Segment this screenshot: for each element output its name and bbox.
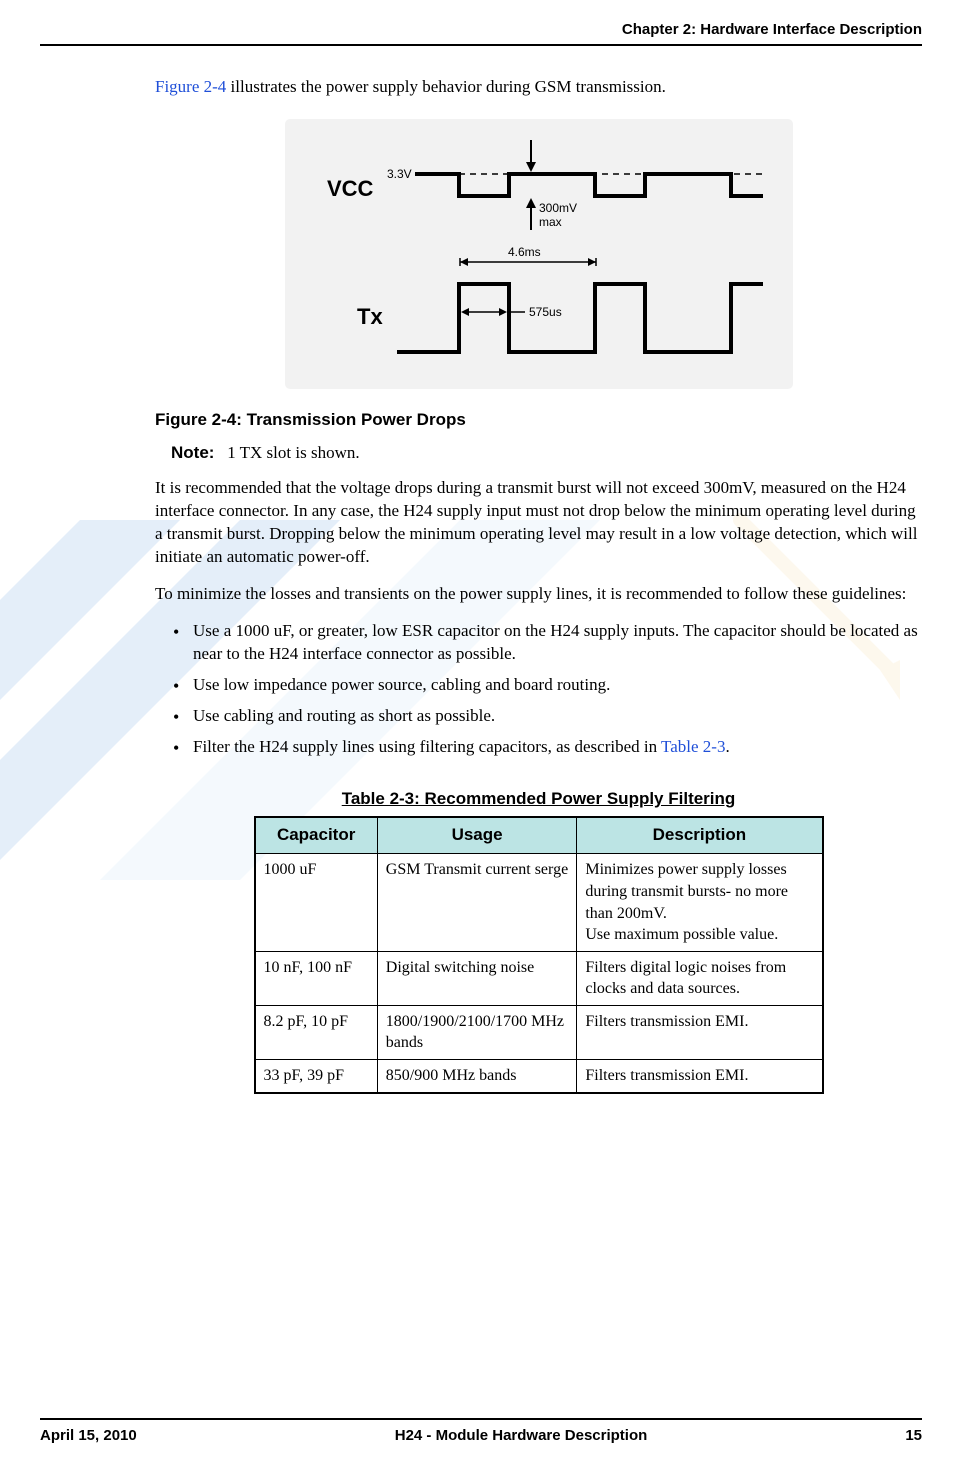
vcc-label: VCC	[327, 176, 374, 201]
guidelines-list: Use a 1000 uF, or greater, low ESR capac…	[155, 620, 922, 759]
th-capacitor: Capacitor	[255, 817, 378, 853]
table-row: 8.2 pF, 10 pF 1800/1900/2100/1700 MHz ba…	[255, 1005, 823, 1059]
list-item: Use a 1000 uF, or greater, low ESR capac…	[155, 620, 922, 666]
figure-caption: Figure 2-4: Transmission Power Drops	[155, 409, 922, 432]
cell-capacitor: 10 nF, 100 nF	[255, 951, 378, 1005]
cell-usage: 1800/1900/2100/1700 MHz bands	[377, 1005, 577, 1059]
note-text: 1 TX slot is shown.	[227, 443, 359, 462]
table-row: 10 nF, 100 nF Digital switching noise Fi…	[255, 951, 823, 1005]
bullet4-pre: Filter the H24 supply lines using filter…	[193, 737, 661, 756]
period-label: 4.6ms	[508, 245, 541, 259]
cell-capacitor: 33 pF, 39 pF	[255, 1060, 378, 1093]
chapter-title: Chapter 2: Hardware Interface Descriptio…	[622, 21, 922, 38]
cell-description: Minimizes power supply losses during tra…	[577, 854, 823, 951]
list-item: Filter the H24 supply lines using filter…	[155, 736, 922, 759]
note-label: Note:	[171, 443, 214, 462]
cell-description: Filters transmission EMI.	[577, 1060, 823, 1093]
drop-label: 300mV	[539, 201, 577, 215]
filter-table: Capacitor Usage Description 1000 uF GSM …	[254, 816, 824, 1093]
drop2-label: max	[539, 215, 562, 229]
tx-label: Tx	[357, 304, 383, 329]
table-row: 33 pF, 39 pF 850/900 MHz bands Filters t…	[255, 1060, 823, 1093]
cell-usage: GSM Transmit current serge	[377, 854, 577, 951]
cell-capacitor: 1000 uF	[255, 854, 378, 951]
pulse-label: 575us	[529, 305, 562, 319]
intro-rest: illustrates the power supply behavior du…	[226, 77, 666, 96]
guidelines-intro: To minimize the losses and transients on…	[155, 583, 922, 606]
list-item: Use low impedance power source, cabling …	[155, 674, 922, 697]
intro-paragraph: Figure 2-4 illustrates the power supply …	[155, 76, 922, 99]
header-divider	[40, 44, 922, 46]
footer-page-number: 15	[905, 1426, 922, 1446]
cell-description: Filters transmission EMI.	[577, 1005, 823, 1059]
footer-title: H24 - Module Hardware Description	[137, 1426, 906, 1446]
cell-usage: 850/900 MHz bands	[377, 1060, 577, 1093]
table-2-3-link[interactable]: Table 2-3	[661, 737, 725, 756]
table-caption: Table 2-3: Recommended Power Supply Filt…	[155, 788, 922, 811]
page-footer: April 15, 2010 H24 - Module Hardware Des…	[40, 1418, 922, 1446]
th-description: Description	[577, 817, 823, 853]
footer-divider	[40, 1418, 922, 1420]
table-row: 1000 uF GSM Transmit current serge Minim…	[255, 854, 823, 951]
cell-description: Filters digital logic noises from clocks…	[577, 951, 823, 1005]
list-item: Use cabling and routing as short as poss…	[155, 705, 922, 728]
voltage-label: 3.3V	[387, 167, 412, 181]
figure-2-4-diagram: VCC 3.3V 300mV max	[285, 119, 793, 389]
cell-capacitor: 8.2 pF, 10 pF	[255, 1005, 378, 1059]
note-line: Note: 1 TX slot is shown.	[171, 442, 922, 465]
th-usage: Usage	[377, 817, 577, 853]
page-header: Chapter 2: Hardware Interface Descriptio…	[40, 20, 922, 44]
figure-2-4-link[interactable]: Figure 2-4	[155, 77, 226, 96]
cell-usage: Digital switching noise	[377, 951, 577, 1005]
footer-date: April 15, 2010	[40, 1426, 137, 1446]
bullet4-post: .	[725, 737, 729, 756]
recommendation-paragraph: It is recommended that the voltage drops…	[155, 477, 922, 569]
